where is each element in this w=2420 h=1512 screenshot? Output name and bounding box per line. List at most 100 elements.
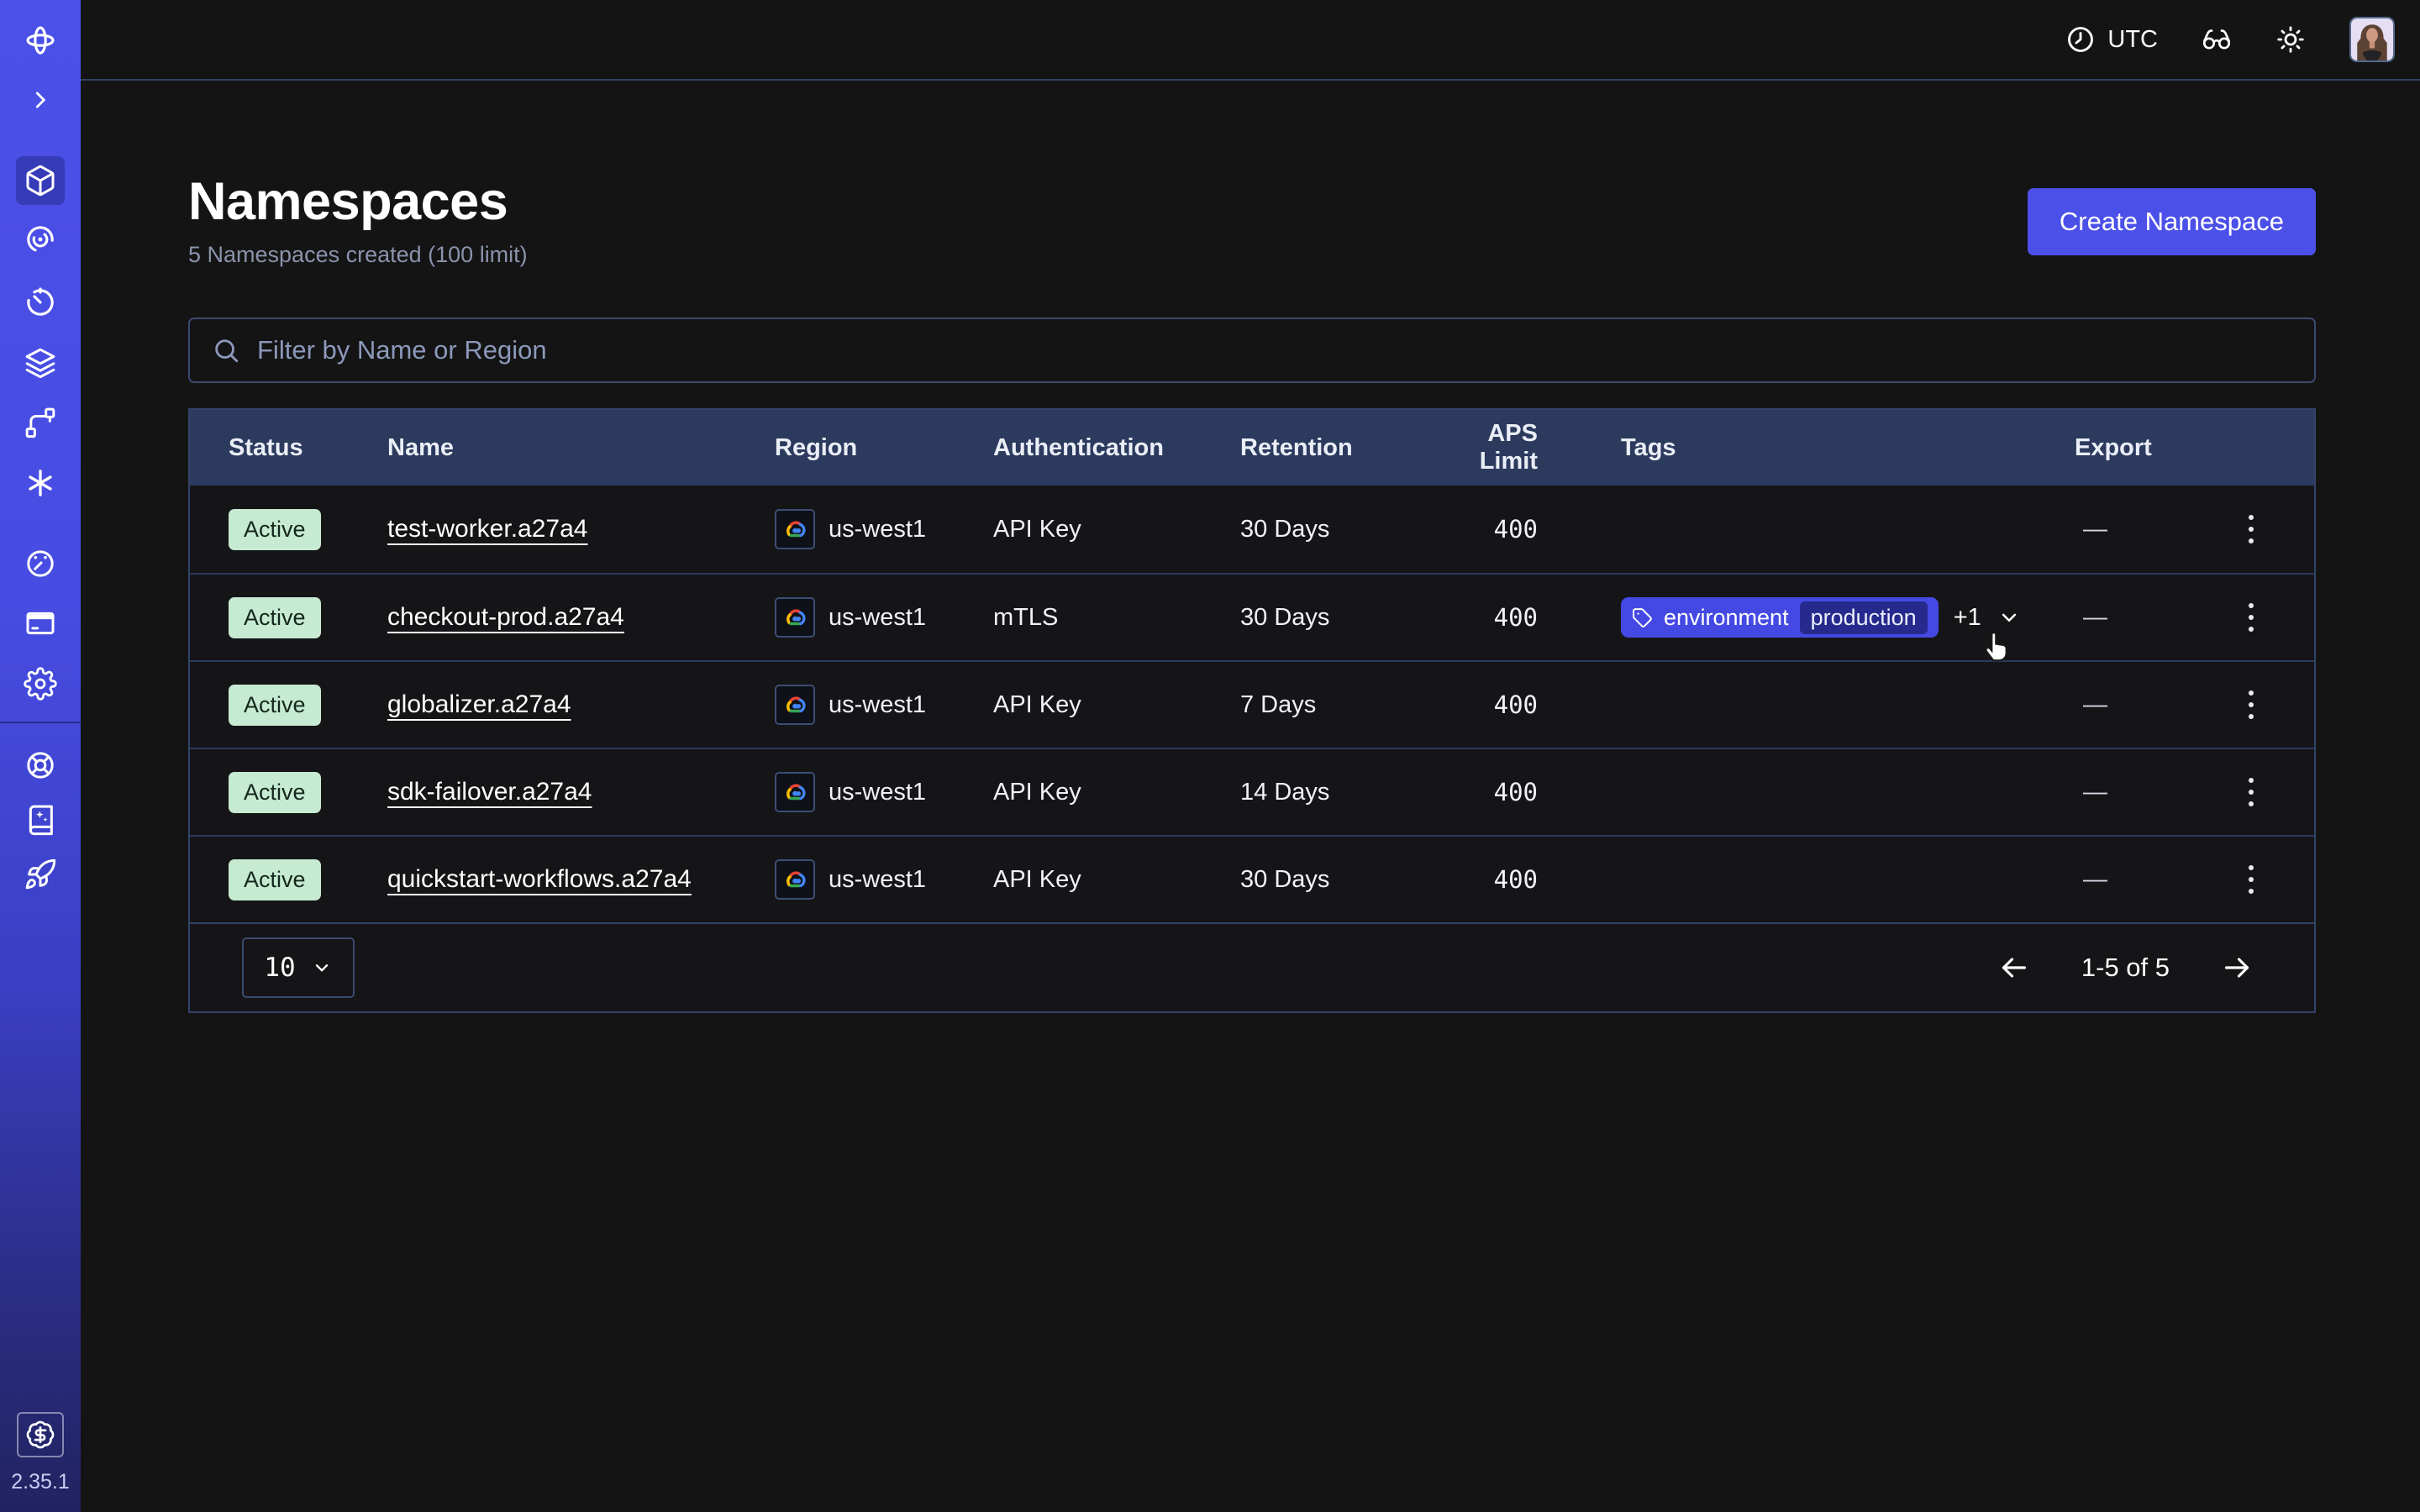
row-menu-button[interactable] [2244, 510, 2259, 549]
col-header-name: Name [387, 434, 775, 462]
region-label: us-west1 [829, 779, 926, 806]
namespaces-table: Status Name Region Authentication Retent… [188, 408, 2316, 1013]
sidebar-item-getting-started[interactable] [24, 858, 57, 891]
aps-limit-cell: 400 [1434, 690, 1621, 719]
sidebar-item-schedules[interactable] [24, 286, 57, 319]
export-value: — [2083, 516, 2107, 543]
timezone-button[interactable]: UTC [2065, 24, 2158, 55]
col-header-export: Export [2075, 434, 2314, 462]
aps-limit-cell: 400 [1434, 515, 1621, 543]
timezone-label: UTC [2107, 26, 2158, 54]
page-size-select[interactable]: 10 [242, 937, 355, 998]
auth-cell: mTLS [993, 604, 1240, 632]
aps-limit-cell: 400 [1434, 778, 1621, 806]
sidebar-item-docs[interactable] [24, 803, 57, 837]
namespace-link[interactable]: quickstart-workflows.a27a4 [387, 865, 692, 893]
labs-toggle-button[interactable] [2202, 24, 2232, 55]
region-label: us-west1 [829, 866, 926, 894]
gcp-region-icon [775, 685, 815, 725]
export-value: — [2083, 604, 2107, 632]
tag-pill[interactable]: environment production [1621, 597, 1939, 638]
row-menu-button[interactable] [2244, 685, 2259, 724]
row-menu-button[interactable] [2244, 598, 2259, 637]
col-header-auth: Authentication [993, 434, 1240, 462]
docs-book-icon [24, 803, 57, 837]
glasses-icon [2202, 24, 2232, 55]
sidebar-item-settings[interactable] [24, 667, 57, 701]
app-version: 2.35.1 [0, 1470, 81, 1494]
table-header-row: Status Name Region Authentication Retent… [190, 410, 2314, 486]
table-footer: 10 1-5 of 5 [190, 922, 2314, 1011]
col-header-tags: Tags [1621, 434, 2075, 462]
export-cell: — [2075, 598, 2314, 637]
sidebar-item-namespaces[interactable] [24, 164, 57, 197]
pagination-range: 1-5 of 5 [2081, 953, 2170, 983]
batch-asterisk-icon [24, 466, 57, 500]
filter-bar [188, 318, 2316, 383]
retention-cell: 7 Days [1240, 691, 1434, 719]
sun-theme-icon [2275, 24, 2306, 55]
workflows-spiral-icon [24, 223, 57, 256]
row-menu-button[interactable] [2244, 860, 2259, 899]
sidebar-item-deployments[interactable] [24, 346, 57, 380]
export-value: — [2083, 691, 2107, 719]
sidebar-item-pricing[interactable] [17, 1412, 64, 1457]
table-row: Active checkout-prod.a27a4 [190, 573, 2314, 660]
search-icon [212, 336, 240, 365]
main-content: Namespaces 5 Namespaces created (100 lim… [81, 82, 2420, 1512]
sidebar-expand-chevron-icon[interactable] [24, 83, 57, 117]
col-header-retention: Retention [1240, 434, 1434, 462]
gcp-region-icon [775, 859, 815, 900]
sidebar-item-workflows[interactable] [24, 223, 57, 256]
export-cell: — [2075, 860, 2314, 899]
chevron-down-icon [311, 957, 333, 979]
sidebar-item-support[interactable] [24, 748, 57, 782]
usage-gauge-icon [24, 547, 57, 580]
clock-icon [2065, 24, 2096, 55]
tags-cell: environment production +1 [1621, 597, 2075, 638]
prev-page-arrow-icon[interactable] [1997, 951, 2031, 984]
app-root: 2.35.1 UTC [0, 0, 2420, 1512]
page-size-value: 10 [264, 953, 295, 983]
sidebar-item-billing[interactable] [24, 606, 57, 640]
region-label: us-west1 [829, 516, 926, 543]
region-cell: us-west1 [775, 772, 993, 812]
row-menu-button[interactable] [2244, 773, 2259, 811]
nexus-branch-icon [24, 406, 57, 439]
sidebar-item-batch-operations[interactable] [24, 466, 57, 500]
pagination: 1-5 of 5 [1997, 951, 2254, 984]
table-row: Active globalizer.a27a4 us [190, 660, 2314, 748]
sidebar-item-nexus[interactable] [24, 406, 57, 439]
col-header-region: Region [775, 434, 993, 462]
create-namespace-button[interactable]: Create Namespace [2028, 188, 2316, 255]
region-cell: us-west1 [775, 685, 993, 725]
namespace-link[interactable]: test-worker.a27a4 [387, 515, 587, 543]
temporal-logo[interactable] [24, 24, 57, 57]
tag-expand-chevron-icon[interactable] [1996, 605, 2022, 630]
sidebar-item-usage[interactable] [24, 547, 57, 580]
region-cell: us-west1 [775, 859, 993, 900]
namespace-link[interactable]: checkout-prod.a27a4 [387, 603, 624, 631]
theme-toggle-button[interactable] [2275, 24, 2306, 55]
namespace-link[interactable]: sdk-failover.a27a4 [387, 778, 592, 806]
sidebar-divider [0, 722, 81, 723]
filter-input[interactable] [257, 335, 2292, 365]
region-cell: us-west1 [775, 597, 993, 638]
namespace-link[interactable]: globalizer.a27a4 [387, 690, 571, 718]
tag-value: production [1800, 601, 1928, 634]
status-badge: Active [229, 859, 321, 900]
deployments-layers-icon [24, 346, 57, 380]
gcp-region-icon [775, 772, 815, 812]
settings-gear-icon [24, 667, 57, 701]
aps-limit-cell: 400 [1434, 603, 1621, 632]
col-header-aps-limit: APS Limit [1434, 420, 1621, 475]
status-badge: Active [229, 772, 321, 813]
getting-started-rocket-icon [24, 858, 57, 891]
next-page-arrow-icon[interactable] [2220, 951, 2254, 984]
auth-cell: API Key [993, 866, 1240, 894]
badge-dollar-icon [25, 1420, 55, 1450]
auth-cell: API Key [993, 779, 1240, 806]
auth-cell: API Key [993, 516, 1240, 543]
gcp-region-icon [775, 509, 815, 549]
user-avatar[interactable] [2349, 17, 2395, 62]
